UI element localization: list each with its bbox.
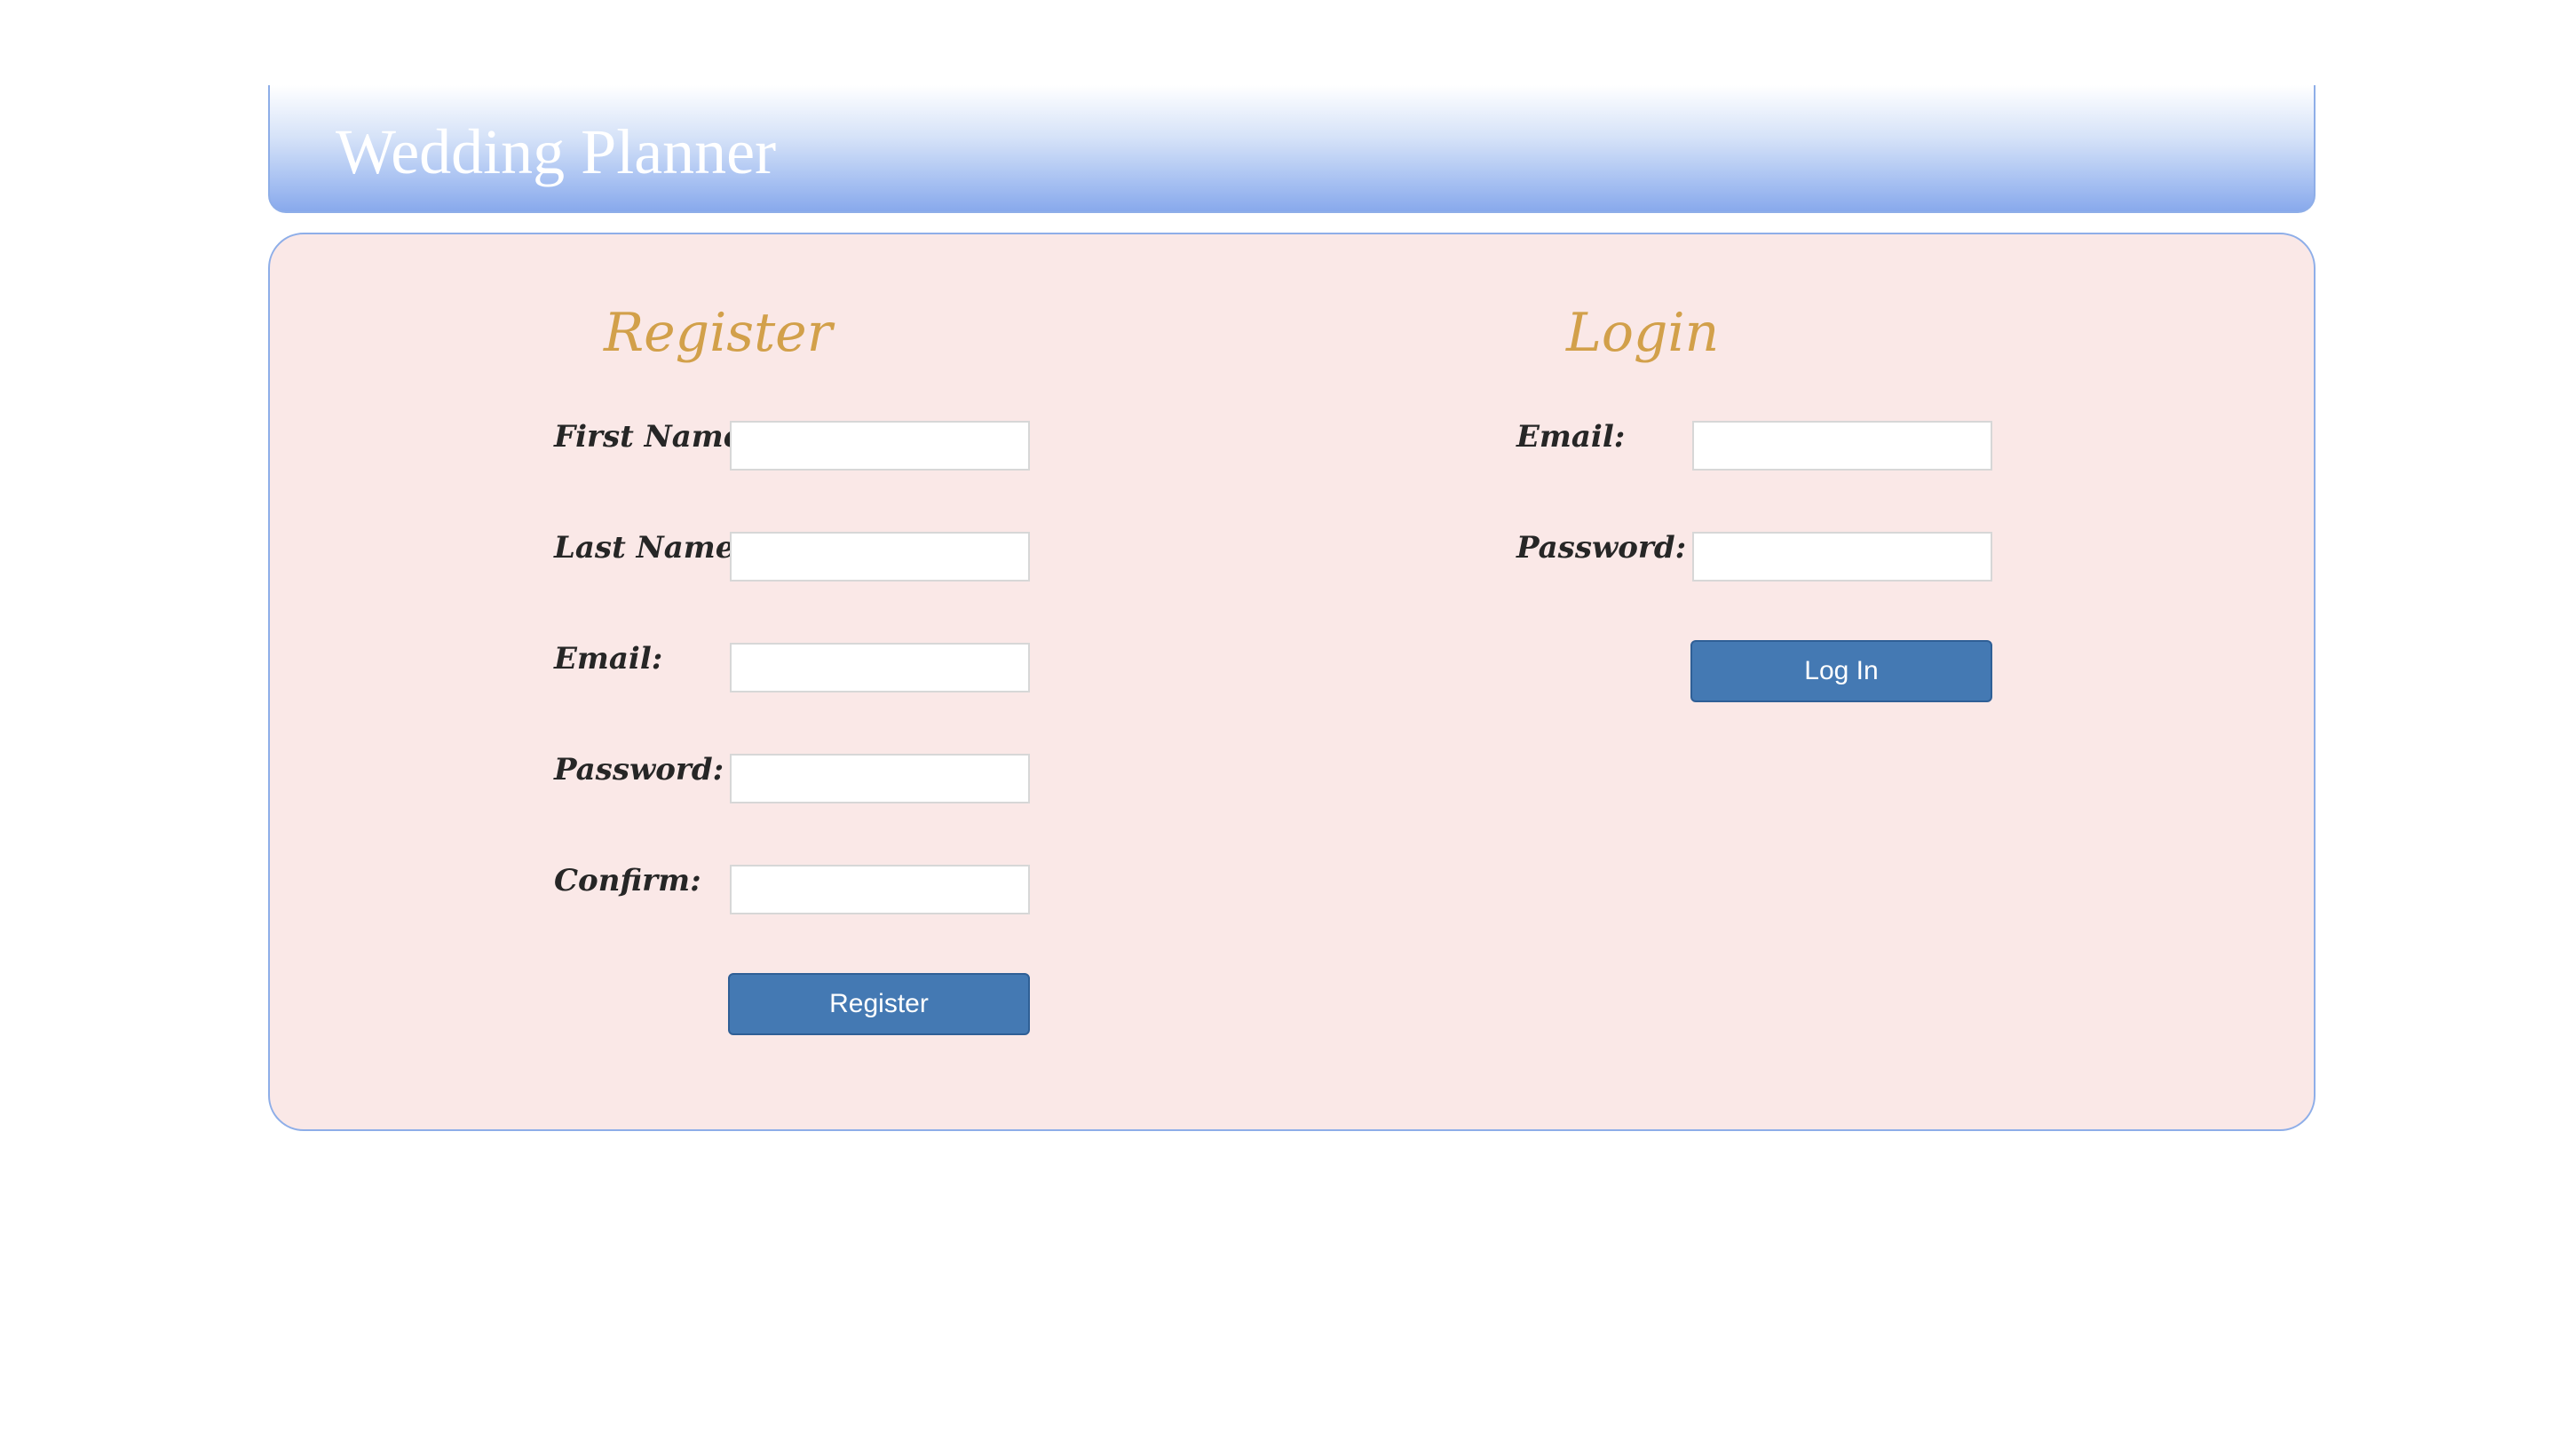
last-name-input[interactable] — [730, 532, 1030, 582]
app-title: Wedding Planner — [336, 116, 777, 187]
register-heading: Register — [604, 302, 833, 364]
app-header: Wedding Planner — [268, 85, 2316, 213]
first-name-label: First Name: — [554, 419, 754, 455]
register-button[interactable]: Register — [728, 973, 1030, 1035]
confirm-password-label: Confirm: — [554, 863, 701, 898]
login-heading: Login — [1566, 302, 1720, 364]
login-password-input[interactable] — [1692, 532, 1992, 582]
register-email-label: Email: — [554, 641, 663, 677]
register-password-label: Password: — [554, 752, 724, 787]
register-email-input[interactable] — [730, 643, 1030, 692]
register-password-input[interactable] — [730, 754, 1030, 803]
confirm-password-input[interactable] — [730, 865, 1030, 914]
last-name-label: Last Name: — [554, 530, 746, 566]
login-email-label: Email: — [1516, 419, 1626, 455]
first-name-input[interactable] — [730, 421, 1030, 471]
login-button[interactable]: Log In — [1690, 640, 1992, 702]
login-password-label: Password: — [1516, 530, 1687, 566]
login-email-input[interactable] — [1692, 421, 1992, 471]
auth-panel: Register First Name: Last Name: Email: P… — [268, 233, 2316, 1131]
